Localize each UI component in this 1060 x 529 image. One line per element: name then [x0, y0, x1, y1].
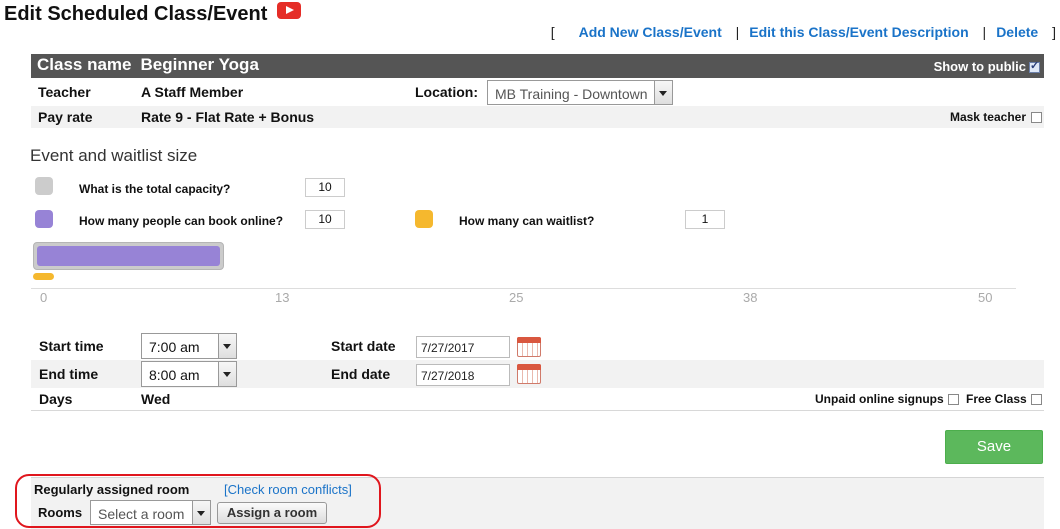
start-date-input[interactable]: 7/27/2017: [416, 336, 510, 358]
days-value: Wed: [141, 391, 171, 407]
mask-teacher-label: Mask teacher: [949, 110, 1026, 124]
location-select[interactable]: MB Training - Downtown: [487, 80, 673, 105]
capacity-section-title: Event and waitlist size: [30, 146, 198, 165]
end-time-label: End time: [39, 366, 99, 382]
payrate-row: Pay rate Rate 9 - Flat Rate + Bonus Mask…: [31, 106, 1044, 128]
calendar-icon[interactable]: [517, 364, 541, 384]
teacher-value: A Staff Member: [141, 84, 244, 100]
end-row: End time 8:00 am End date 7/27/2018: [31, 360, 1044, 388]
online-booking-input[interactable]: 10: [305, 210, 345, 229]
days-row: Days Wed Unpaid online signups Free Clas…: [31, 388, 1044, 411]
axis-tick: 13: [275, 290, 290, 305]
class-name-bar: Class name Beginner Yoga Show to public: [31, 54, 1044, 78]
chevron-down-icon[interactable]: [218, 334, 236, 358]
free-class: Free Class: [966, 392, 1042, 406]
close-bracket: ]: [1052, 24, 1056, 40]
free-class-checkbox[interactable]: [1030, 394, 1042, 405]
start-time-label: Start time: [39, 338, 104, 354]
waitlist-swatch: [415, 210, 433, 228]
start-date-label: Start date: [331, 338, 396, 354]
payrate-label: Pay rate: [38, 109, 93, 125]
video-play-icon[interactable]: [276, 2, 301, 19]
location-select-value: MB Training - Downtown: [495, 86, 648, 102]
class-name: Class name Beginner Yoga: [37, 55, 259, 75]
teacher-label: Teacher: [38, 84, 91, 100]
save-button[interactable]: Save: [945, 430, 1043, 464]
show-to-public: Show to public: [934, 59, 1040, 74]
chevron-down-icon[interactable]: [218, 362, 236, 386]
class-name-label: Class name: [37, 55, 132, 74]
start-time-value: 7:00 am: [149, 339, 200, 355]
page-title-text: Edit Scheduled Class/Event: [4, 3, 268, 25]
top-links: [ Add New Class/Event | Edit this Class/E…: [551, 24, 1056, 40]
add-new-class-link[interactable]: Add New Class/Event: [579, 24, 722, 40]
delete-link[interactable]: Delete: [996, 24, 1038, 40]
waitlist-fill: [33, 273, 54, 280]
start-row: Start time 7:00 am Start date 7/27/2017: [31, 333, 1044, 360]
end-time-select[interactable]: 8:00 am: [141, 361, 237, 387]
total-capacity-swatch: [35, 177, 53, 195]
online-booking-swatch: [35, 210, 53, 228]
days-label: Days: [39, 391, 73, 407]
axis-tick: 50: [978, 290, 993, 305]
class-name-value: Beginner Yoga: [140, 55, 259, 74]
link-separator: |: [735, 24, 740, 40]
page-title: Edit Scheduled Class/Event: [4, 2, 301, 26]
payrate-value: Rate 9 - Flat Rate + Bonus: [141, 109, 315, 125]
edit-description-link[interactable]: Edit this Class/Event Description: [749, 24, 968, 40]
chevron-down-icon[interactable]: [654, 81, 672, 104]
show-to-public-label: Show to public: [933, 59, 1026, 74]
show-to-public-checkbox[interactable]: [1029, 59, 1040, 73]
axis-tick: 25: [509, 290, 524, 305]
mask-teacher-checkbox[interactable]: [1031, 112, 1042, 123]
end-date-input[interactable]: 7/27/2018: [416, 364, 510, 386]
location-label: Location:: [415, 84, 478, 100]
total-capacity-input[interactable]: 10: [305, 178, 345, 197]
unpaid-online-signups: Unpaid online signups: [815, 392, 959, 406]
teacher-row: Teacher A Staff Member Location: MB Trai…: [31, 78, 1044, 106]
total-capacity-label: What is the total capacity?: [79, 182, 231, 196]
link-separator: |: [982, 24, 987, 40]
waitlist-input[interactable]: 1: [685, 210, 725, 229]
capacity-axis: [31, 288, 1016, 289]
start-time-select[interactable]: 7:00 am: [141, 333, 237, 359]
calendar-icon[interactable]: [517, 337, 541, 357]
open-bracket: [: [550, 24, 555, 40]
online-booking-label: How many people can book online?: [79, 214, 284, 228]
unpaid-online-label: Unpaid online signups: [815, 392, 944, 406]
capacity-bar: [33, 242, 224, 270]
axis-tick: 0: [40, 290, 48, 305]
online-capacity-fill: [37, 246, 220, 266]
free-class-label: Free Class: [966, 392, 1027, 406]
mask-teacher: Mask teacher: [950, 110, 1042, 124]
waitlist-label: How many can waitlist?: [459, 214, 595, 228]
end-date-label: End date: [331, 366, 391, 382]
axis-tick: 38: [743, 290, 758, 305]
annotation-highlight: [15, 474, 381, 528]
unpaid-online-checkbox[interactable]: [947, 394, 959, 405]
end-time-value: 8:00 am: [149, 367, 200, 383]
